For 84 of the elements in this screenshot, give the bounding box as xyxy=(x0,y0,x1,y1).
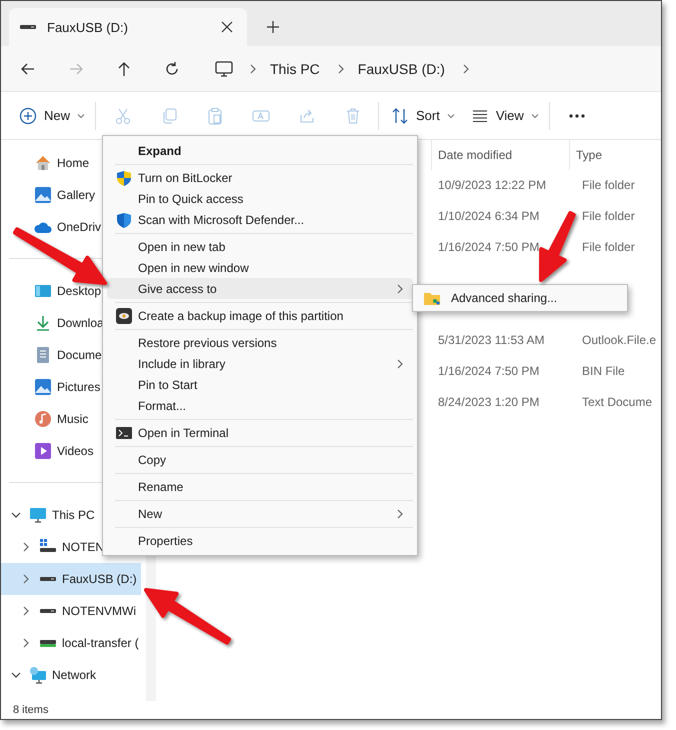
toolbar-button[interactable]: New xyxy=(11,100,94,130)
table-cell: Text Docume xyxy=(582,394,652,408)
caret-icon xyxy=(77,112,86,120)
annotation-arrow xyxy=(539,211,576,282)
desktop-icon xyxy=(34,282,52,300)
chevron-right-icon xyxy=(395,284,403,294)
chevron-right-icon xyxy=(395,358,403,368)
menu-item[interactable]: Scan with Microsoft Defender... xyxy=(107,209,413,230)
new-icon xyxy=(19,106,37,124)
chevron-down-icon[interactable] xyxy=(11,510,21,520)
menu-item[interactable]: Open in Terminal xyxy=(107,422,413,443)
table-cell-text: 1/16/2024 7:50 PM xyxy=(438,364,540,378)
close-icon[interactable] xyxy=(221,21,233,33)
chevron-right-icon[interactable] xyxy=(21,574,31,584)
status-text: 8 items xyxy=(13,704,48,716)
table-cell: BIN File xyxy=(582,364,625,378)
menu-item[interactable]: Format... xyxy=(107,395,413,416)
folder-icon xyxy=(423,290,441,306)
sort-icon xyxy=(391,106,410,124)
table-cell-text: 5/31/2023 11:53 AM xyxy=(438,332,546,346)
breadcrumb-item[interactable]: FauxUSB (D:) xyxy=(358,60,445,76)
column-header[interactable]: Date modified xyxy=(431,140,576,170)
chevron-right-icon[interactable] xyxy=(336,64,344,74)
image-icon xyxy=(34,378,52,396)
menu-item[interactable]: Pin to Start xyxy=(107,374,413,395)
computer-icon[interactable] xyxy=(214,60,234,78)
menu-item[interactable]: Expand xyxy=(107,140,413,161)
chevron-right-icon[interactable] xyxy=(248,64,256,74)
monitor-icon xyxy=(29,506,47,524)
caret-icon xyxy=(446,112,455,120)
table-cell-text: 1/10/2024 6:34 PM xyxy=(438,208,540,222)
menu-item[interactable]: Pin to Quick access xyxy=(107,188,413,209)
menu-item[interactable]: Give access to xyxy=(107,278,413,299)
menu-item[interactable]: Turn on BitLocker xyxy=(107,167,413,188)
shield-icon xyxy=(116,170,132,186)
menu-item[interactable]: Restore previous versions xyxy=(107,332,413,353)
menu-item[interactable]: Include in library xyxy=(107,353,413,374)
tree-item[interactable]: NOTENVMWi xyxy=(1,595,141,627)
menu-item[interactable]: New xyxy=(107,503,413,524)
menu-item[interactable]: Open in new tab xyxy=(107,236,413,257)
download-icon xyxy=(34,314,52,332)
menu-item[interactable]: Copy xyxy=(107,449,413,470)
tab-title: FauxUSB (D:) xyxy=(47,20,129,34)
document-icon xyxy=(34,346,52,364)
network-icon xyxy=(29,666,47,684)
drive-icon xyxy=(39,638,57,648)
tree-item[interactable]: FauxUSB (D:) xyxy=(1,563,141,595)
backup-icon xyxy=(116,308,132,324)
table-cell-text: 8/24/2023 1:20 PM xyxy=(438,394,540,408)
chevron-right-icon[interactable] xyxy=(460,64,469,74)
drive-icon xyxy=(19,24,37,30)
table-cell: File folder xyxy=(582,178,635,192)
tree-item[interactable]: Network xyxy=(1,659,141,691)
table-cell: Outlook.File.e xyxy=(582,332,656,346)
terminal-icon xyxy=(116,424,132,440)
tab[interactable]: FauxUSB (D:) xyxy=(9,8,247,46)
chevron-right-icon[interactable] xyxy=(21,542,31,552)
drive-icon xyxy=(39,608,57,614)
chevron-right-icon[interactable] xyxy=(21,606,31,616)
column-header[interactable]: Type xyxy=(569,140,602,170)
toolbar-button[interactable]: Sort xyxy=(383,100,463,130)
music-icon xyxy=(34,410,52,428)
chevron-right-icon xyxy=(395,508,403,518)
drive-icon xyxy=(39,576,57,582)
table-cell: File folder xyxy=(582,240,635,254)
video-icon xyxy=(34,442,52,460)
menu-item[interactable]: Create a backup image of this partition xyxy=(107,305,413,326)
menu-item[interactable]: Rename xyxy=(107,476,413,497)
table-cell-text: 1/16/2024 7:50 PM xyxy=(438,240,540,254)
shield-icon xyxy=(116,212,132,228)
home-icon xyxy=(34,154,52,172)
new-tab-icon[interactable] xyxy=(266,20,280,34)
chevron-right-icon[interactable] xyxy=(21,638,31,648)
toolbar-button[interactable]: View xyxy=(462,100,547,130)
chevron-down-icon[interactable] xyxy=(11,670,21,680)
menu-item[interactable]: Properties xyxy=(107,530,413,551)
tree-item[interactable]: local-transfer ( xyxy=(1,627,141,659)
image-icon xyxy=(34,186,52,204)
breadcrumb-item[interactable]: This PC xyxy=(270,60,320,76)
menu-item[interactable]: Open in new window xyxy=(107,257,413,278)
table-cell: File folder xyxy=(582,208,635,222)
caret-icon xyxy=(530,112,539,120)
menu-item[interactable]: Advanced sharing... xyxy=(417,287,623,309)
table-cell-text: 10/9/2023 12:22 PM xyxy=(438,178,548,192)
